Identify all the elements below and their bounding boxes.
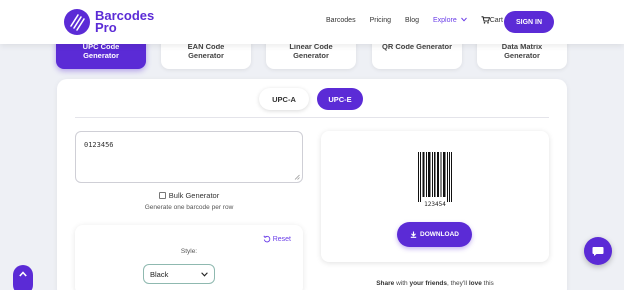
barcode-number: 123454 <box>424 201 446 208</box>
logo[interactable]: Barcodes Pro <box>64 9 154 35</box>
nav-link-cart[interactable]: Cart <box>481 16 503 24</box>
tool-card-label: Generator <box>504 51 540 60</box>
bulk-generator-note: Generate one barcode per row <box>144 204 234 211</box>
barcode-data-textarea[interactable]: 0123456 <box>75 131 303 183</box>
download-label: DOWNLOAD <box>420 231 459 238</box>
chevron-down-icon <box>201 271 208 277</box>
share-text: Share with your friends, they'll love th… <box>321 280 549 287</box>
barcode-data-value: 0123456 <box>84 141 114 149</box>
style-options-card: Reset Style: Black <box>75 225 303 290</box>
bulk-generator-label: Bulk Generator <box>168 191 220 200</box>
barcode-logo-icon <box>64 9 90 35</box>
tool-card-label: Generator <box>188 51 224 60</box>
tool-card-label: Generator <box>83 51 119 60</box>
scroll-to-top-button[interactable] <box>13 265 33 290</box>
share-text-part: with <box>394 280 410 287</box>
nav-link-explore[interactable]: Explore <box>433 17 467 24</box>
top-navbar: Barcodes Pro Barcodes Pricing Blog Explo… <box>0 0 624 44</box>
style-select[interactable]: Black <box>143 264 215 284</box>
share-bold: Share <box>376 280 395 287</box>
share-text-part: this <box>481 280 494 287</box>
cart-icon <box>481 16 490 24</box>
explore-label: Explore <box>433 16 457 24</box>
divider <box>75 117 549 118</box>
share-text-part: , they'll <box>447 280 469 287</box>
download-button[interactable]: DOWNLOAD <box>397 222 472 247</box>
reset-icon <box>263 235 270 243</box>
chat-button[interactable] <box>584 237 612 265</box>
barcode-type-tabs: UPC-A UPC-E <box>259 88 363 110</box>
tab-upc-a[interactable]: UPC-A <box>259 88 309 110</box>
tool-card-label: Generator <box>293 51 329 60</box>
cart-label: Cart <box>489 16 503 24</box>
chat-icon <box>592 246 604 256</box>
reset-button[interactable]: Reset <box>263 235 291 243</box>
barcode-preview-card: 123454 DOWNLOAD <box>321 131 549 262</box>
style-select-value: Black <box>150 269 169 279</box>
sign-in-button[interactable]: SIGN IN <box>504 11 554 33</box>
chevron-up-icon <box>19 271 27 277</box>
tab-upc-e[interactable]: UPC-E <box>317 88 363 110</box>
chevron-down-icon <box>460 17 467 22</box>
barcode-image <box>418 152 452 202</box>
bulk-generator-toggle: Bulk Generator <box>75 191 303 200</box>
reset-label: Reset <box>272 235 291 243</box>
style-label: Style: <box>180 248 198 255</box>
bulk-generator-checkbox[interactable] <box>158 192 166 199</box>
share-bold: your friends <box>409 280 448 287</box>
logo-text-line2: Pro <box>95 20 117 35</box>
nav-link-pricing[interactable]: Pricing <box>370 17 391 24</box>
share-bold: love <box>468 280 482 287</box>
nav-link-barcodes[interactable]: Barcodes <box>326 17 356 24</box>
nav-link-blog[interactable]: Blog <box>405 17 419 24</box>
resize-handle-icon <box>294 174 300 180</box>
download-icon <box>410 231 417 238</box>
